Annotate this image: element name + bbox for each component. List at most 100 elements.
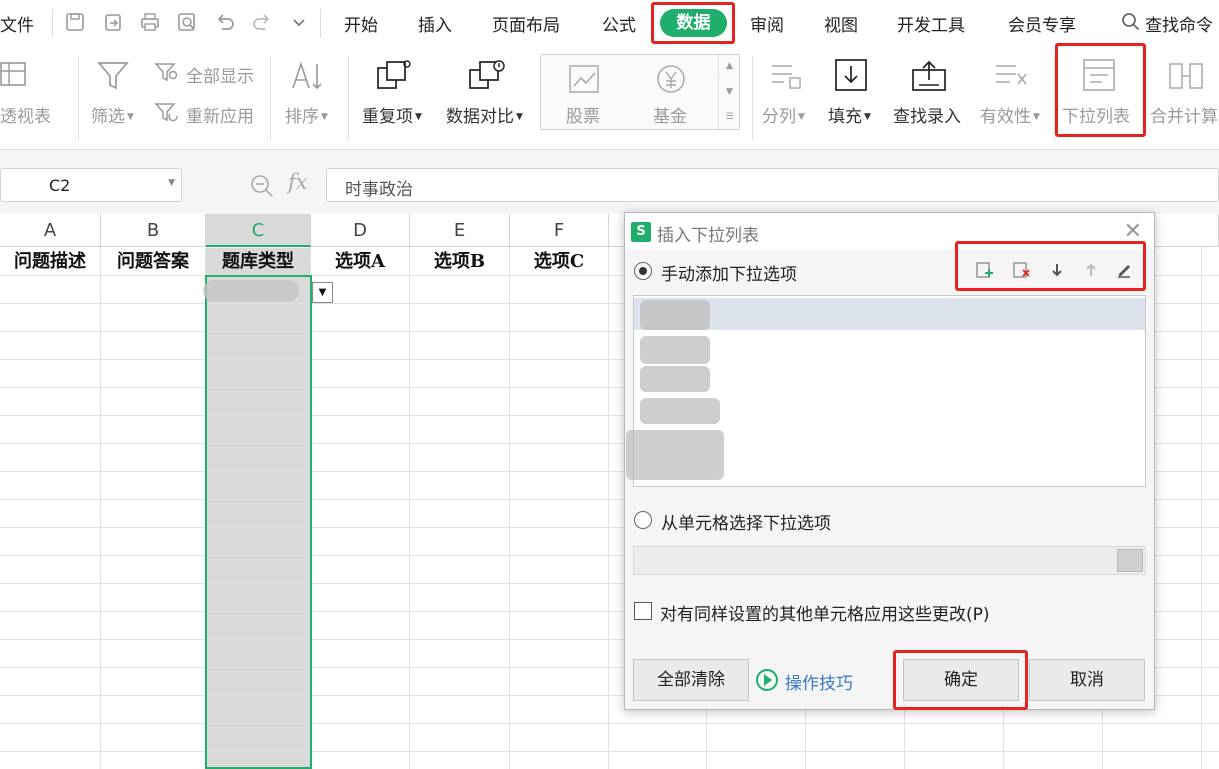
- ok-button[interactable]: 确定: [903, 659, 1019, 701]
- consolidate-icon[interactable]: [1168, 60, 1204, 92]
- zoom-icon[interactable]: [250, 174, 274, 198]
- name-box[interactable]: C2 ▼: [0, 168, 182, 202]
- clear-all-button[interactable]: 全部清除: [633, 659, 749, 701]
- validity-button[interactable]: 有效性 ▼: [980, 102, 1040, 127]
- sort-icon[interactable]: [290, 60, 326, 92]
- cell-e1[interactable]: 选项B: [410, 248, 509, 276]
- tab-page-layout[interactable]: 页面布局: [492, 11, 560, 36]
- cell-c1[interactable]: 题库类型: [206, 248, 310, 276]
- cell-c2-blurred: [203, 280, 299, 302]
- range-select-icon[interactable]: [1117, 549, 1143, 572]
- search-icon[interactable]: [1120, 11, 1142, 33]
- cell-option-label[interactable]: 从单元格选择下拉选项: [661, 509, 831, 534]
- menu-file[interactable]: 文件: [0, 11, 34, 36]
- consolidate-button[interactable]: 合并计算: [1150, 102, 1218, 127]
- data-compare-button[interactable]: 数据对比 ▼: [446, 102, 523, 127]
- cell-range-input[interactable]: [633, 546, 1146, 575]
- duplicates-button[interactable]: 重复项 ▼: [362, 102, 422, 127]
- tab-view[interactable]: 视图: [824, 11, 858, 36]
- fill-icon[interactable]: [834, 58, 868, 92]
- tab-member[interactable]: 会员专享: [1008, 11, 1076, 36]
- apply-checkbox[interactable]: [634, 602, 652, 620]
- manual-option-label[interactable]: 手动添加下拉选项: [661, 260, 797, 285]
- cell-f1[interactable]: 选项C: [510, 248, 608, 276]
- cell-d1[interactable]: 选项A: [311, 248, 409, 276]
- gallery-down-icon[interactable]: ▼: [718, 80, 740, 105]
- export-icon[interactable]: [102, 11, 124, 33]
- stock-chart-icon[interactable]: [568, 64, 600, 94]
- fund-button[interactable]: 基金: [653, 102, 687, 127]
- tab-developer[interactable]: 开发工具: [897, 11, 965, 36]
- column-header-d[interactable]: D: [311, 214, 410, 247]
- show-all-icon[interactable]: [154, 62, 180, 84]
- tab-review[interactable]: 审阅: [750, 11, 784, 36]
- move-up-icon[interactable]: [1080, 259, 1102, 281]
- duplicates-icon[interactable]: [376, 58, 414, 92]
- pivot-table-icon[interactable]: [0, 60, 28, 90]
- pivot-table-button[interactable]: 透视表: [0, 102, 51, 127]
- move-down-icon[interactable]: [1046, 259, 1068, 281]
- filter-icon[interactable]: [96, 60, 130, 92]
- dropdown-list-icon[interactable]: [1082, 58, 1116, 92]
- chevron-down-icon: ▼: [798, 112, 805, 122]
- stock-button[interactable]: 股票: [566, 102, 600, 127]
- split-column-icon[interactable]: [768, 60, 804, 92]
- print-icon[interactable]: [139, 11, 161, 33]
- show-all-button[interactable]: 全部显示: [186, 62, 254, 87]
- cell-b1[interactable]: 问题答案: [101, 248, 205, 276]
- dialog-title: 插入下拉列表: [657, 226, 759, 246]
- tab-data[interactable]: 数据: [660, 9, 727, 37]
- data-compare-icon[interactable]: [468, 58, 508, 92]
- gridline: [0, 723, 1219, 724]
- customize-chevron-icon[interactable]: [288, 11, 310, 33]
- split-column-button[interactable]: 分列 ▼: [762, 102, 805, 127]
- apply-checkbox-label[interactable]: 对有同样设置的其他单元格应用这些更改(P): [660, 600, 990, 625]
- play-tips-icon[interactable]: [756, 669, 778, 691]
- gallery-more-icon[interactable]: ☰: [718, 105, 740, 130]
- close-icon[interactable]: ✕: [1124, 219, 1142, 244]
- cancel-button[interactable]: 取消: [1029, 659, 1145, 701]
- formula-value: 时事政治: [345, 180, 413, 200]
- cell-dropdown-arrow-icon[interactable]: ▼: [312, 282, 333, 303]
- fund-yen-icon[interactable]: [655, 64, 687, 94]
- undo-icon[interactable]: [214, 11, 236, 33]
- tab-home[interactable]: 开始: [344, 11, 378, 36]
- column-header-f[interactable]: F: [510, 214, 609, 247]
- tab-insert[interactable]: 插入: [418, 11, 452, 36]
- dropdown-list-button[interactable]: 下拉列表: [1062, 102, 1130, 127]
- search-command[interactable]: 查找命令: [1145, 11, 1213, 36]
- lookup-entry-button[interactable]: 查找录入: [893, 102, 961, 127]
- dropdown-options-list[interactable]: [626, 295, 1146, 487]
- active-cell-c2[interactable]: [205, 275, 312, 769]
- delete-item-icon[interactable]: [1011, 259, 1033, 281]
- edit-item-icon[interactable]: [1113, 259, 1135, 281]
- gallery-up-icon[interactable]: ▲: [718, 54, 740, 79]
- list-item-selected[interactable]: [634, 298, 1145, 330]
- tab-formulas[interactable]: 公式: [602, 11, 636, 36]
- list-item-blurred: [626, 430, 724, 480]
- cell-a1[interactable]: 问题描述: [0, 248, 100, 276]
- list-item-blurred: [640, 366, 710, 392]
- manual-option-radio[interactable]: [634, 262, 652, 280]
- formula-bar: C2 ▼ fx 时事政治: [0, 150, 1219, 214]
- tips-link[interactable]: 操作技巧: [785, 669, 853, 694]
- filter-button[interactable]: 筛选 ▼: [91, 102, 134, 127]
- column-header-c[interactable]: C: [206, 214, 311, 247]
- column-header-a[interactable]: A: [0, 214, 101, 247]
- fill-button[interactable]: 填充 ▼: [828, 102, 871, 127]
- sort-button[interactable]: 排序 ▼: [285, 102, 328, 127]
- save-icon[interactable]: [64, 11, 86, 33]
- gridline: [0, 751, 1219, 752]
- validity-icon[interactable]: [994, 60, 1032, 92]
- redo-icon[interactable]: [251, 11, 273, 33]
- fx-icon[interactable]: fx: [288, 170, 308, 194]
- cell-option-radio[interactable]: [634, 511, 652, 529]
- formula-input[interactable]: 时事政治: [326, 168, 1219, 202]
- lookup-entry-icon[interactable]: [911, 58, 947, 92]
- print-preview-icon[interactable]: [176, 11, 198, 33]
- column-header-b[interactable]: B: [101, 214, 206, 247]
- column-header-e[interactable]: E: [410, 214, 510, 247]
- add-item-icon[interactable]: [974, 259, 996, 281]
- reapply-icon[interactable]: [154, 102, 180, 124]
- reapply-button[interactable]: 重新应用: [186, 102, 254, 127]
